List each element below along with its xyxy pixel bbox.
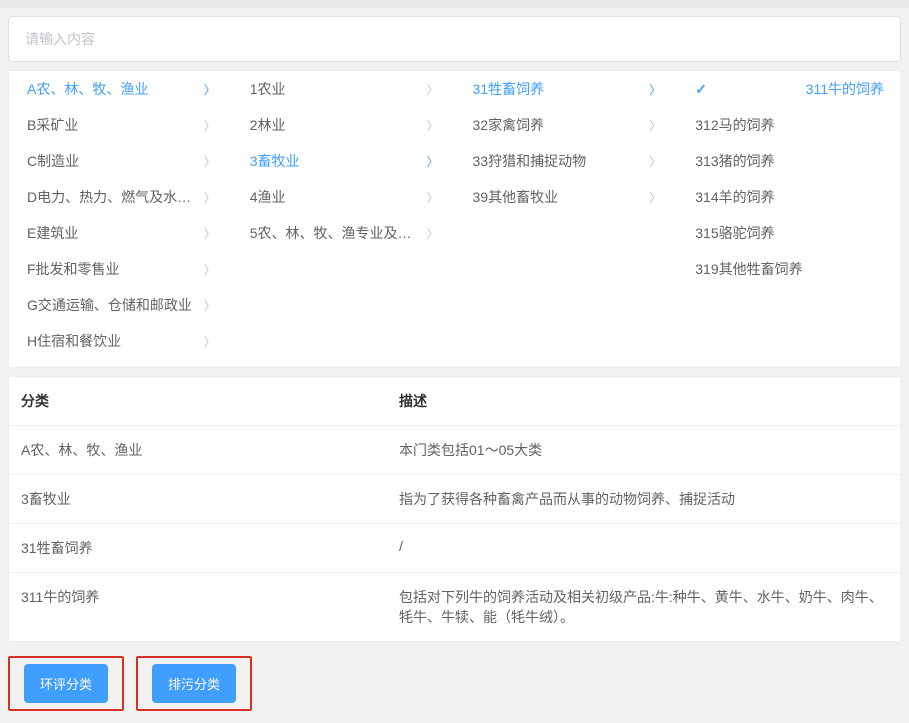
highlight-box-eia: 环评分类 (8, 656, 124, 711)
table-row: 311牛的饲养 包括对下列牛的饲养活动及相关初级产品:牛:种牛、黄牛、水牛、奶牛… (9, 573, 900, 641)
table-row: 31牲畜饲养 / (9, 524, 900, 573)
chevron-right-icon: 〉 (204, 153, 216, 170)
highlight-box-discharge: 排污分类 (136, 656, 252, 711)
cascader-panel: A农、林、牧、渔业〉B采矿业〉C制造业〉D电力、热力、燃气及水生产和供应业〉E建… (8, 70, 901, 368)
cascader-item[interactable]: 39其他畜牧业 〉 (455, 179, 678, 215)
cascader-item[interactable]: B采矿业 〉 (9, 107, 232, 143)
cascader-item-label: 5农、林、牧、渔专业及辅助性活动 (250, 223, 421, 243)
cascader-col-2: 1农业〉2林业〉3畜牧业〉4渔业〉5农、林、牧、渔专业及辅助性活动〉 (232, 71, 455, 367)
cascader-item-label: 3畜牧业 (250, 151, 300, 171)
cascader-item-label: C制造业 (27, 151, 79, 171)
cascader-item-label: 311牛的饲养 (806, 79, 884, 99)
cascader-item-label: F批发和零售业 (27, 259, 120, 279)
cell-desc: / (387, 524, 900, 572)
cascader-col-3: 31牲畜饲养〉32家禽饲养〉33狩猎和捕捉动物〉39其他畜牧业〉 (455, 71, 678, 367)
cascader-item[interactable]: A农、林、牧、渔业 〉 (9, 71, 232, 107)
cascader-item-label: H住宿和餐饮业 (27, 331, 121, 351)
cascader-col-4: ✓ 311牛的饲养 312马的饲养 313猪的饲养 314羊的饲养 315骆驼饲养 319其… (677, 71, 900, 367)
cascader-item-label: G交通运输、仓储和邮政业 (27, 295, 192, 315)
chevron-right-icon: 〉 (426, 117, 438, 134)
top-spacer (0, 0, 909, 8)
chevron-right-icon: 〉 (426, 81, 438, 98)
cascader-item[interactable]: 315骆驼饲养 (677, 215, 900, 251)
header-category: 分类 (9, 377, 387, 425)
cell-desc: 指为了获得各种畜禽产品而从事的动物饲养、捕捉活动 (387, 475, 900, 523)
cascader-item[interactable]: F批发和零售业 〉 (9, 251, 232, 287)
cascader-item[interactable]: 33狩猎和捕捉动物 〉 (455, 143, 678, 179)
chevron-right-icon: 〉 (426, 189, 438, 206)
cascader-item[interactable]: 2林业 〉 (232, 107, 455, 143)
cell-category: 3畜牧业 (9, 475, 387, 523)
cascader-item-label: 315骆驼饲养 (695, 223, 774, 243)
cascader-item-label: D电力、热力、燃气及水生产和供应业 (27, 187, 198, 207)
cascader-item[interactable]: 31牲畜饲养 〉 (455, 71, 678, 107)
cascader-item[interactable]: H住宿和餐饮业 〉 (9, 323, 232, 359)
chevron-right-icon: 〉 (649, 153, 661, 170)
search-input[interactable] (25, 31, 884, 47)
cascader-item[interactable]: I信息传输、软件和信息技术服务业〉 (9, 359, 232, 367)
cell-category: 311牛的饲养 (9, 573, 387, 641)
cascader-item[interactable]: D电力、热力、燃气及水生产和供应业〉 (9, 179, 232, 215)
cascader-item[interactable]: 319其他牲畜饲养 (677, 251, 900, 287)
cascader-item[interactable]: 314羊的饲养 (677, 179, 900, 215)
detail-table: 分类 描述 A农、林、牧、渔业 本门类包括01～05大类 3畜牧业 指为了获得各… (8, 376, 901, 642)
chevron-right-icon: 〉 (649, 81, 661, 98)
chevron-right-icon: 〉 (204, 81, 216, 98)
cascader-item[interactable]: 1农业 〉 (232, 71, 455, 107)
cascader-item-label: B采矿业 (27, 115, 78, 135)
chevron-right-icon: 〉 (649, 189, 661, 206)
chevron-right-icon: 〉 (426, 153, 438, 170)
cascader-item-label: 319其他牲畜饲养 (695, 259, 802, 279)
cascader-item-label: 312马的饲养 (695, 115, 774, 135)
cell-category: 31牲畜饲养 (9, 524, 387, 572)
cascader-item[interactable]: 5农、林、牧、渔专业及辅助性活动〉 (232, 215, 455, 251)
cascader-item-label: 31牲畜饲养 (473, 79, 545, 99)
cascader-item-label: 32家禽饲养 (473, 115, 545, 135)
cascader-item[interactable]: ✓ 311牛的饲养 (677, 71, 900, 107)
cascader-item-label: 2林业 (250, 115, 286, 135)
eia-classify-button[interactable]: 环评分类 (24, 664, 108, 703)
cascader-item-label: 33狩猎和捕捉动物 (473, 151, 587, 171)
cascader-item-label: 39其他畜牧业 (473, 187, 559, 207)
cascader-item-label: A农、林、牧、渔业 (27, 79, 148, 99)
cell-desc: 包括对下列牛的饲养活动及相关初级产品:牛:种牛、黄牛、水牛、奶牛、肉牛、牦牛、牛… (387, 573, 900, 641)
button-bar: 环评分类 排污分类 (0, 650, 909, 723)
header-desc: 描述 (387, 377, 900, 425)
table-header-row: 分类 描述 (9, 377, 900, 426)
chevron-right-icon: 〉 (649, 117, 661, 134)
chevron-right-icon: 〉 (204, 297, 216, 314)
chevron-right-icon: 〉 (204, 261, 216, 278)
cascader-item[interactable]: 4渔业 〉 (232, 179, 455, 215)
cascader-item-label: 1农业 (250, 79, 286, 99)
cascader-item[interactable]: E建筑业 〉 (9, 215, 232, 251)
cascader-item[interactable]: 3畜牧业 〉 (232, 143, 455, 179)
cascader-item[interactable]: 313猪的饲养 (677, 143, 900, 179)
chevron-right-icon: 〉 (204, 225, 216, 242)
cascader-item-label: 4渔业 (250, 187, 286, 207)
cell-desc: 本门类包括01～05大类 (387, 426, 900, 474)
cascader-item[interactable]: G交通运输、仓储和邮政业〉 (9, 287, 232, 323)
search-box[interactable] (8, 16, 901, 62)
cascader-item-label: E建筑业 (27, 223, 78, 243)
cascader-item[interactable]: 32家禽饲养 〉 (455, 107, 678, 143)
discharge-classify-button[interactable]: 排污分类 (152, 664, 236, 703)
cascader-item-label: 313猪的饲养 (695, 151, 774, 171)
cascader-item-label: 314羊的饲养 (695, 187, 774, 207)
cell-category: A农、林、牧、渔业 (9, 426, 387, 474)
cascader-item[interactable]: C制造业 〉 (9, 143, 232, 179)
chevron-right-icon: 〉 (204, 333, 216, 350)
check-icon: ✓ (695, 81, 707, 98)
table-row: A农、林、牧、渔业 本门类包括01～05大类 (9, 426, 900, 475)
cascader-item[interactable]: 312马的饲养 (677, 107, 900, 143)
chevron-right-icon: 〉 (204, 189, 216, 206)
chevron-right-icon: 〉 (426, 225, 438, 242)
cascader-col-1: A农、林、牧、渔业〉B采矿业〉C制造业〉D电力、热力、燃气及水生产和供应业〉E建… (9, 71, 232, 367)
chevron-right-icon: 〉 (204, 117, 216, 134)
table-row: 3畜牧业 指为了获得各种畜禽产品而从事的动物饲养、捕捉活动 (9, 475, 900, 524)
